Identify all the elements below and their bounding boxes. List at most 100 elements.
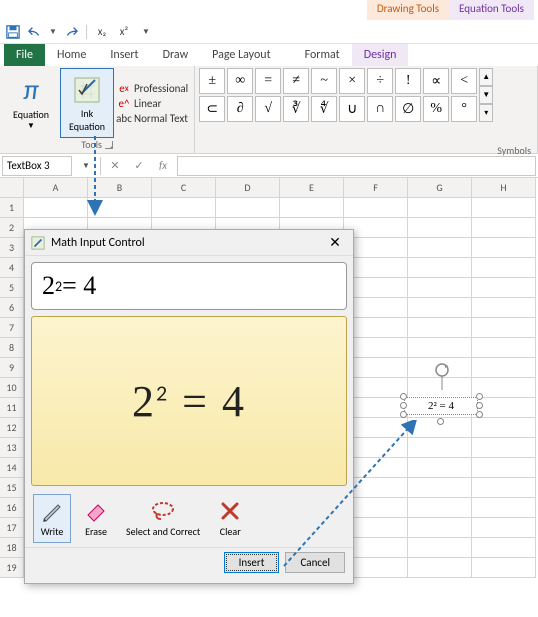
column-header[interactable]: G — [408, 178, 472, 198]
cell[interactable] — [24, 198, 88, 218]
resize-handle[interactable] — [400, 393, 407, 400]
symbol-∝[interactable]: ∝ — [423, 68, 449, 94]
linear-button[interactable]: e^Linear — [118, 97, 188, 110]
clear-tool[interactable]: Clear — [211, 494, 249, 543]
symbol-=[interactable]: = — [255, 68, 281, 94]
symbol-°[interactable]: ° — [451, 96, 477, 122]
cell[interactable] — [472, 558, 536, 578]
cell[interactable] — [344, 198, 408, 218]
cell[interactable] — [472, 338, 536, 358]
resize-handle[interactable] — [437, 418, 444, 425]
equation-dropdown-icon[interactable]: ▼ — [27, 122, 35, 131]
qat-customize-icon[interactable]: ▼ — [137, 23, 155, 41]
cell[interactable] — [472, 198, 536, 218]
row-header[interactable]: 12 — [0, 418, 24, 438]
select-correct-tool[interactable]: Select and Correct — [121, 494, 205, 543]
cell[interactable] — [408, 198, 472, 218]
cell[interactable] — [408, 438, 472, 458]
cell[interactable] — [472, 498, 536, 518]
symbol-∪[interactable]: ∪ — [339, 96, 365, 122]
symbol-expand[interactable]: ▾ — [479, 104, 493, 122]
fx-icon[interactable]: fx — [153, 156, 173, 176]
cell[interactable] — [408, 458, 472, 478]
symbol-∅[interactable]: ∅ — [395, 96, 421, 122]
cell[interactable] — [472, 478, 536, 498]
row-header[interactable]: 5 — [0, 278, 24, 298]
resize-handle[interactable] — [476, 411, 483, 418]
column-header[interactable]: B — [88, 178, 152, 198]
resize-handle[interactable] — [400, 402, 407, 409]
symbol-÷[interactable]: ÷ — [367, 68, 393, 94]
tab-file[interactable]: File — [4, 44, 45, 66]
cell[interactable] — [472, 418, 536, 438]
symbol-⊂[interactable]: ⊂ — [199, 96, 225, 122]
cell[interactable] — [216, 198, 280, 218]
equation-textbox[interactable]: 2² = 4 — [404, 397, 478, 415]
resize-handle[interactable] — [476, 402, 483, 409]
row-header[interactable]: 15 — [0, 478, 24, 498]
cell[interactable] — [280, 198, 344, 218]
cell[interactable] — [408, 498, 472, 518]
redo-icon[interactable] — [62, 23, 80, 41]
symbol-∛[interactable]: ∛ — [283, 96, 309, 122]
cell[interactable] — [472, 438, 536, 458]
cell[interactable] — [472, 238, 536, 258]
row-header[interactable]: 3 — [0, 238, 24, 258]
tab-design[interactable]: Design — [352, 44, 409, 66]
professional-button[interactable]: exProfessional — [118, 82, 188, 95]
select-all-corner[interactable] — [0, 178, 24, 198]
cancel-formula-icon[interactable]: ✕ — [105, 156, 125, 176]
symbol-%[interactable]: % — [423, 96, 449, 122]
cell[interactable] — [472, 318, 536, 338]
tools-dialog-launcher-icon[interactable] — [105, 141, 113, 149]
write-tool[interactable]: Write — [33, 494, 71, 543]
formula-bar[interactable] — [177, 156, 536, 176]
tab-page-layout[interactable]: Page Layout — [200, 44, 282, 66]
cell[interactable] — [472, 298, 536, 318]
subscript-button[interactable]: x₂ — [93, 23, 111, 41]
column-header[interactable]: F — [344, 178, 408, 198]
cancel-button[interactable]: Cancel — [285, 552, 345, 573]
row-header[interactable]: 4 — [0, 258, 24, 278]
column-header[interactable]: H — [472, 178, 536, 198]
row-header[interactable]: 11 — [0, 398, 24, 418]
cell[interactable] — [408, 478, 472, 498]
cell[interactable] — [408, 258, 472, 278]
row-header[interactable]: 6 — [0, 298, 24, 318]
row-header[interactable]: 13 — [0, 438, 24, 458]
tab-home[interactable]: Home — [45, 44, 98, 66]
symbol-<[interactable]: < — [451, 68, 477, 94]
ink-canvas[interactable]: 22 = 4 — [31, 316, 347, 486]
equation-button[interactable]: π Equation ▼ — [4, 68, 58, 138]
symbol-√[interactable]: √ — [255, 96, 281, 122]
symbol-≠[interactable]: ≠ — [283, 68, 309, 94]
cell[interactable] — [408, 518, 472, 538]
column-header[interactable]: E — [280, 178, 344, 198]
cell[interactable] — [472, 218, 536, 238]
symbol-![interactable]: ! — [395, 68, 421, 94]
ink-equation-button[interactable]: Ink Equation — [60, 68, 114, 138]
symbol-±[interactable]: ± — [199, 68, 225, 94]
row-header[interactable]: 18 — [0, 538, 24, 558]
save-icon[interactable] — [4, 23, 22, 41]
symbol-scroll-down[interactable]: ▼ — [479, 86, 493, 104]
cell[interactable] — [472, 458, 536, 478]
cell[interactable] — [152, 198, 216, 218]
normal-text-button[interactable]: abcNormal Text — [118, 112, 188, 125]
column-header[interactable]: A — [24, 178, 88, 198]
undo-dropdown-icon[interactable]: ▼ — [48, 23, 58, 41]
row-header[interactable]: 7 — [0, 318, 24, 338]
name-box-dropdown-icon[interactable]: ▼ — [76, 156, 96, 176]
row-header[interactable]: 2 — [0, 218, 24, 238]
cell[interactable] — [408, 318, 472, 338]
insert-button[interactable]: Insert — [224, 552, 280, 573]
row-header[interactable]: 19 — [0, 558, 24, 578]
symbol-×[interactable]: × — [339, 68, 365, 94]
row-header[interactable]: 9 — [0, 358, 24, 378]
symbol-∞[interactable]: ∞ — [227, 68, 253, 94]
symbol-∩[interactable]: ∩ — [367, 96, 393, 122]
symbol-∜[interactable]: ∜ — [311, 96, 337, 122]
cell[interactable] — [408, 338, 472, 358]
cell[interactable] — [408, 238, 472, 258]
cell[interactable] — [472, 358, 536, 378]
